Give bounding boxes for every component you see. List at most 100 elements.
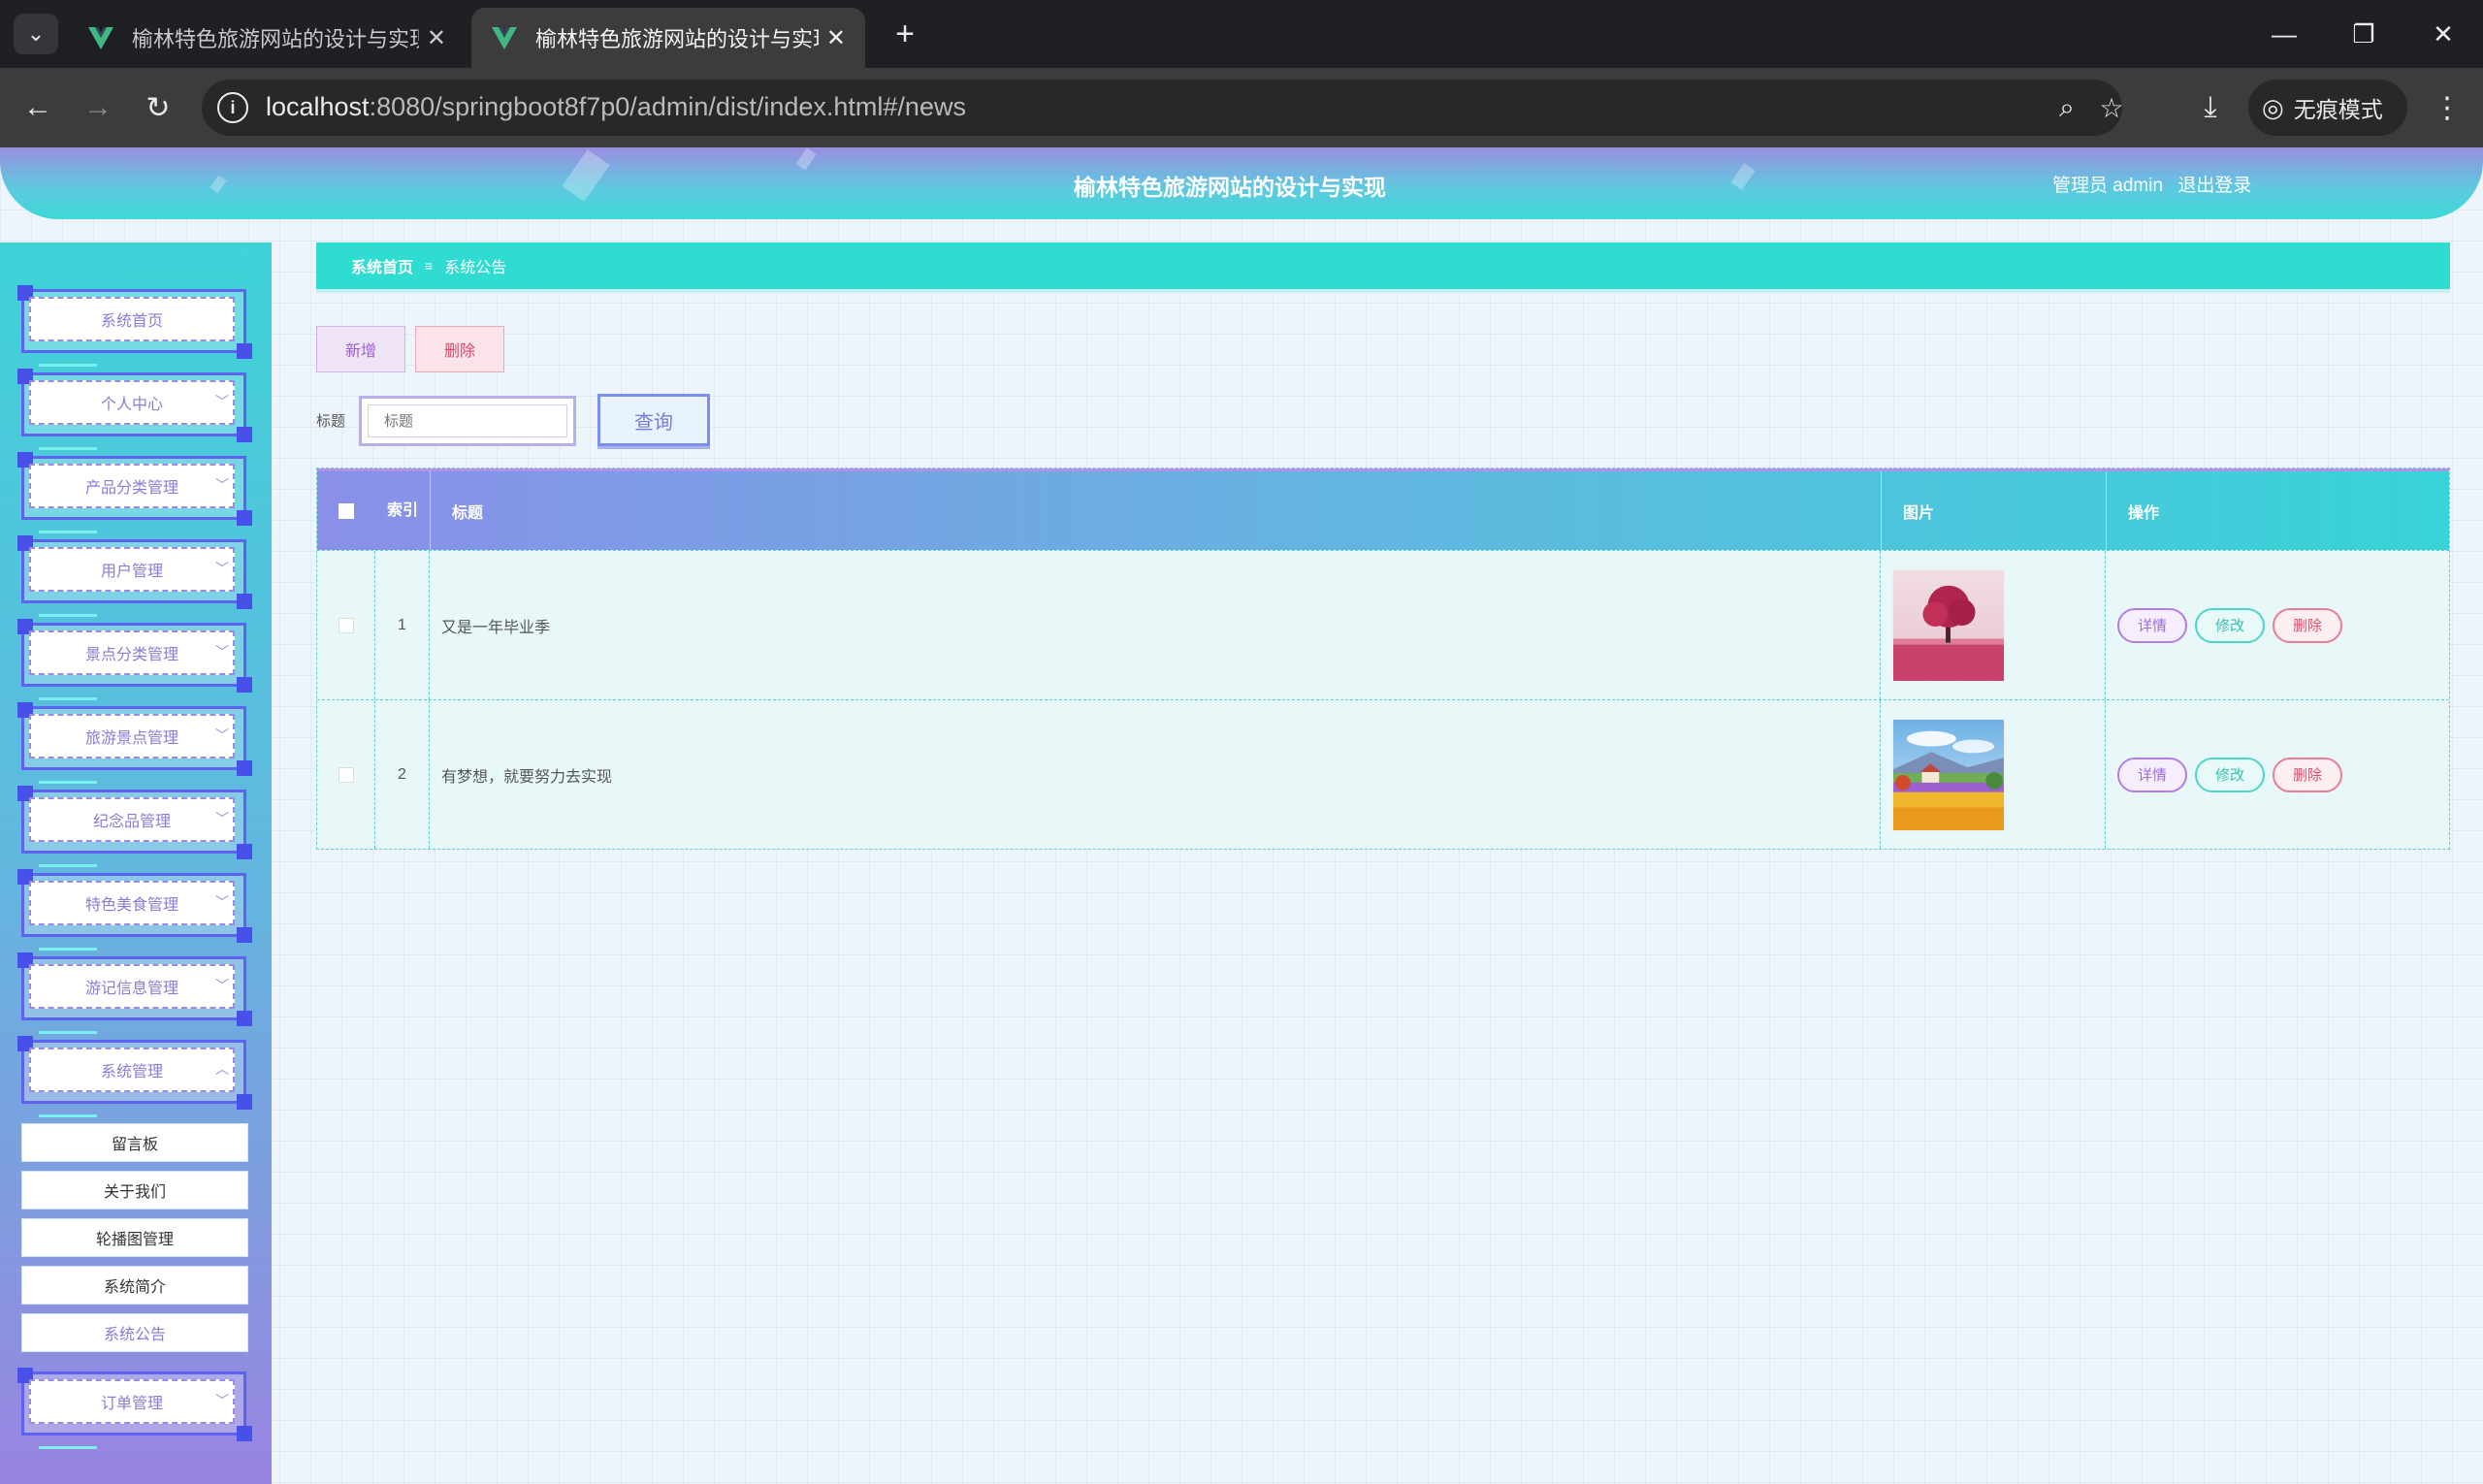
sidebar: 系统首页 个人中心 ﹀ 产品分类管理 ﹀ 用户管理 ﹀ 景点分类管理 ﹀ 旅游景… xyxy=(0,242,272,1484)
new-tab-button[interactable]: + xyxy=(885,14,925,54)
sidebar-item-label: 个人中心 xyxy=(29,380,235,425)
breadcrumb-home[interactable]: 系统首页 xyxy=(351,254,413,277)
edit-button[interactable]: 修改 xyxy=(2195,757,2265,792)
plus-icon: + xyxy=(895,15,915,52)
sidebar-item-product-category[interactable]: 产品分类管理 ﹀ xyxy=(17,452,252,533)
sidebar-subitem-carousel[interactable]: 轮播图管理 xyxy=(21,1218,248,1257)
user-info: 管理员 admin 退出登录 xyxy=(2052,171,2251,197)
row-checkbox[interactable] xyxy=(317,700,375,849)
restore-icon: ❐ xyxy=(2352,18,2375,48)
browser-menu-icon[interactable]: ⋮ xyxy=(2425,85,2469,130)
sidebar-item-label: 产品分类管理 xyxy=(29,464,235,508)
sidebar-subitem-about[interactable]: 关于我们 xyxy=(21,1171,248,1210)
detail-button[interactable]: 详情 xyxy=(2117,757,2187,792)
query-button[interactable]: 查询 xyxy=(597,394,710,446)
address-bar[interactable]: i localhost:8080/springboot8f7p0/admin/d… xyxy=(202,80,2124,136)
sidebar-item-orders[interactable]: 订单管理 ﹀ xyxy=(17,1368,252,1449)
flower-field-thumbnail xyxy=(1892,718,2005,831)
row-actions: 详情 修改 删除 xyxy=(2106,551,2449,699)
sidebar-item-system[interactable]: 系统管理 ︿ xyxy=(17,1036,252,1117)
reload-button[interactable]: ↻ xyxy=(136,85,180,130)
row-delete-button[interactable]: 删除 xyxy=(2273,757,2342,792)
row-image-cell xyxy=(1881,551,2106,699)
sidebar-item-label: 游记信息管理 xyxy=(29,964,235,1009)
zoom-icon[interactable]: ⌕ xyxy=(2048,89,2085,126)
row-delete-button[interactable]: 删除 xyxy=(2273,607,2342,643)
chevron-down-icon: ﹀ xyxy=(215,978,229,993)
row-title: 又是一年毕业季 xyxy=(430,551,1881,699)
chevron-down-icon: ﹀ xyxy=(215,561,229,576)
sidebar-subitem-announcements[interactable]: 系统公告 xyxy=(21,1313,248,1352)
site-header: 榆林特色旅游网站的设计与实现 管理员 admin 退出登录 xyxy=(0,147,2483,219)
sidebar-item-souvenirs[interactable]: 纪念品管理 ﹀ xyxy=(17,786,252,867)
sidebar-item-travelogues[interactable]: 游记信息管理 ﹀ xyxy=(17,952,252,1034)
chevron-down-icon: ﹀ xyxy=(215,644,229,660)
detail-button[interactable]: 详情 xyxy=(2117,607,2187,643)
sidebar-item-label: 订单管理 xyxy=(29,1379,235,1424)
chevron-down-icon: ﹀ xyxy=(215,894,229,910)
sidebar-item-label: 用户管理 xyxy=(29,547,235,592)
browser-tab-bar: ⌄ 榆林特色旅游网站的设计与实现 ✕ 榆林特色旅游网站的设计与实现 ✕ + — … xyxy=(0,0,2483,68)
chevron-down-icon: ﹀ xyxy=(215,727,229,743)
incognito-label: 无痕模式 xyxy=(2293,97,2383,122)
vue-logo-icon xyxy=(492,27,517,49)
sidebar-item-label: 景点分类管理 xyxy=(29,630,235,675)
vue-logo-icon xyxy=(88,27,113,49)
browser-tab-2[interactable]: 榆林特色旅游网站的设计与实现 ✕ xyxy=(471,8,865,68)
minimize-icon: — xyxy=(2272,18,2297,48)
sidebar-item-users[interactable]: 用户管理 ﹀ xyxy=(17,535,252,617)
incognito-icon: ◎ xyxy=(2262,92,2284,122)
row-index: 2 xyxy=(375,700,430,849)
breadcrumb-current: 系统公告 xyxy=(444,260,507,276)
title-search-input[interactable] xyxy=(368,404,567,437)
reload-icon: ↻ xyxy=(145,91,171,124)
add-button[interactable]: 新增 xyxy=(316,326,405,372)
row-image-cell xyxy=(1881,700,2106,849)
sidebar-item-label: 纪念品管理 xyxy=(29,797,235,842)
site-info-icon[interactable]: i xyxy=(217,92,248,123)
incognito-button[interactable]: ◎ 无痕模式 xyxy=(2248,80,2407,136)
header-index: 索引 xyxy=(386,501,418,519)
back-button[interactable]: ← xyxy=(16,85,60,130)
edit-button[interactable]: 修改 xyxy=(2195,607,2265,643)
sidebar-item-profile[interactable]: 个人中心 ﹀ xyxy=(17,369,252,450)
breadcrumb: 系统首页 ≡ 系统公告 xyxy=(316,242,2450,293)
window-close-button[interactable]: ✕ xyxy=(2421,12,2466,56)
table-row: 2 有梦想，就要努力去实现 详情 修改 删除 xyxy=(317,699,2449,849)
close-icon[interactable]: ✕ xyxy=(427,24,446,52)
url-text[interactable]: localhost:8080/springboot8f7p0/admin/dis… xyxy=(266,92,966,122)
close-icon[interactable]: ✕ xyxy=(826,24,846,52)
tab-search-button[interactable]: ⌄ xyxy=(14,14,58,54)
header-title: 标题 xyxy=(430,471,1881,550)
sidebar-item-spot-category[interactable]: 景点分类管理 ﹀ xyxy=(17,619,252,700)
tab-title: 榆林特色旅游网站的设计与实现 xyxy=(132,27,419,51)
delete-button[interactable]: 删除 xyxy=(415,326,504,372)
sidebar-item-home[interactable]: 系统首页 xyxy=(17,285,252,367)
sidebar-subitem-intro[interactable]: 系统简介 xyxy=(21,1266,248,1305)
chevron-down-icon: ﹀ xyxy=(215,811,229,826)
logout-link[interactable]: 退出登录 xyxy=(2177,176,2251,196)
arrow-left-icon: ← xyxy=(23,91,52,123)
sidebar-subitem-message-board[interactable]: 留言板 xyxy=(21,1123,248,1162)
row-checkbox[interactable] xyxy=(317,551,375,699)
download-icon[interactable]: ⤓ xyxy=(2188,85,2233,130)
forward-button[interactable]: → xyxy=(76,85,120,130)
close-icon: ✕ xyxy=(2433,18,2454,48)
minimize-button[interactable]: — xyxy=(2262,12,2306,56)
table-header: 索引 标题 图片 操作 xyxy=(317,468,2449,550)
breadcrumb-separator: ≡ xyxy=(425,258,434,274)
restore-button[interactable]: ❐ xyxy=(2341,12,2386,56)
browser-toolbar: ← → ↻ i localhost:8080/springboot8f7p0/a… xyxy=(0,68,2483,147)
table-row: 1 又是一年毕业季 详情 修改 删除 xyxy=(317,550,2449,699)
bookmark-star-icon[interactable]: ☆ xyxy=(2093,89,2130,126)
chevron-down-icon: ⌄ xyxy=(26,21,46,46)
sidebar-item-food[interactable]: 特色美食管理 ﹀ xyxy=(17,869,252,951)
header-operation: 操作 xyxy=(2106,471,2449,550)
sidebar-item-label: 系统首页 xyxy=(29,297,235,341)
sidebar-item-spots[interactable]: 旅游景点管理 ﹀ xyxy=(17,702,252,784)
browser-tab-1[interactable]: 榆林特色旅游网站的设计与实现 ✕ xyxy=(68,8,466,68)
chevron-down-icon: ﹀ xyxy=(215,1393,229,1408)
chevron-down-icon: ﹀ xyxy=(215,394,229,409)
announcements-table: 索引 标题 图片 操作 1 又是一年毕业季 详情 修改 删除 2 有梦想，就要努… xyxy=(316,468,2450,850)
select-all-checkbox[interactable] xyxy=(317,471,375,550)
